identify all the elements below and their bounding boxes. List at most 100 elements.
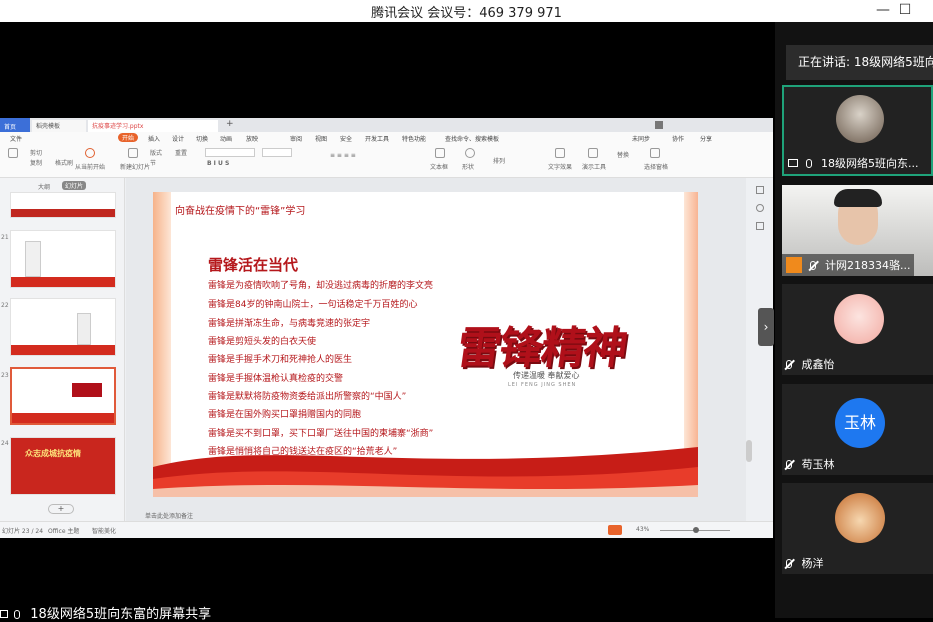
new-tab-button[interactable]: + <box>222 118 238 130</box>
menu-transition[interactable]: 切换 <box>196 134 208 143</box>
current-slide: 向奋战在疫情下的“雷锋”学习 雷锋活在当代 雷锋是为疫情吹响了号角，却没逃过病毒… <box>153 192 698 497</box>
participant-tile[interactable]: 18级网络5班向东... <box>782 85 933 176</box>
participant-name: 18级网络5班向东... <box>821 157 919 170</box>
participant-tile[interactable]: 玉林 苟玉林 <box>782 384 933 475</box>
presenter-tools-icon[interactable] <box>588 148 598 158</box>
tool-icon[interactable] <box>756 204 764 212</box>
participant-label: 杨洋 <box>786 555 824 571</box>
cut-button[interactable]: 剪切 <box>30 148 42 157</box>
reset-button[interactable]: 重置 <box>175 148 187 157</box>
notes-placeholder[interactable]: 单击此处添加备注 <box>145 511 193 520</box>
format-painter-button[interactable]: 格式刷 <box>55 158 73 167</box>
menu-features[interactable]: 特色功能 <box>402 134 426 143</box>
menu-view[interactable]: 视图 <box>315 134 327 143</box>
slide-thumbnail-selected[interactable] <box>10 367 116 425</box>
bold-button[interactable]: B I U S <box>207 160 229 167</box>
participant-label: 计网218334骆... <box>782 254 915 276</box>
scrollbar-thumb[interactable] <box>746 440 752 462</box>
participant-name: 杨洋 <box>801 557 824 570</box>
slide-header: 向奋战在疫情下的“雷锋”学习 <box>175 206 306 217</box>
slide-thumbnail[interactable] <box>10 192 116 218</box>
menu-share[interactable]: 分享 <box>700 134 712 143</box>
theme-name: Office 主题 <box>48 528 80 535</box>
status-bar: 幻灯片 23 / 24 Office 主题 单击此处添加备注 智能美化 43% <box>0 513 773 538</box>
slide-line: 雷锋是剪短头发的白衣天使 <box>208 337 317 347</box>
app-tab-bar: 首页 稻壳模板 抗疫事迹学习.pptx + <box>0 118 773 132</box>
tool-icon[interactable] <box>756 186 764 194</box>
copy-button[interactable]: 复制 <box>30 158 42 167</box>
text-effect-button[interactable]: 文字效果 <box>548 162 572 171</box>
menu-slideshow[interactable]: 放映 <box>246 134 258 143</box>
mic-muted-icon <box>786 360 792 369</box>
share-caption-text: 18级网络5班向东富的屏幕共享 <box>30 607 212 622</box>
slide-art-title: 雷锋精神 <box>453 323 629 374</box>
menu-security[interactable]: 安全 <box>340 134 352 143</box>
textbox-button[interactable]: 文本框 <box>430 162 448 171</box>
participant-label: 18级网络5班向东... <box>788 155 919 171</box>
command-search[interactable]: 查找命令、搜索模板 <box>445 134 499 143</box>
menu-collaborate[interactable]: 协作 <box>672 134 684 143</box>
slide-thumbnail[interactable] <box>10 230 116 288</box>
selection-pane-button[interactable]: 选择窗格 <box>644 162 668 171</box>
menu-home[interactable]: 开始 <box>118 133 139 142</box>
menu-animation[interactable]: 动画 <box>220 134 232 143</box>
zoom-level[interactable]: 43% <box>636 526 649 533</box>
add-slide-button[interactable]: + <box>48 504 74 514</box>
slides-tab[interactable]: 幻灯片 <box>62 181 87 190</box>
tab-templates[interactable]: 稻壳模板 <box>32 120 86 132</box>
zoom-slider-handle[interactable] <box>693 527 699 533</box>
menu-design[interactable]: 设计 <box>172 134 184 143</box>
layout-icon[interactable] <box>655 121 663 129</box>
slide-line: 雷锋是手握体温枪认真检疫的交警 <box>208 374 344 384</box>
menu-review[interactable]: 审阅 <box>290 134 302 143</box>
tab-home[interactable]: 首页 <box>0 118 30 132</box>
maximize-button[interactable]: ☐ <box>890 0 920 22</box>
presenter-tools-button[interactable]: 演示工具 <box>582 162 606 171</box>
play-slideshow-icon[interactable] <box>608 525 622 535</box>
paragraph-tools[interactable]: ≡ ≡ ≡ ≡ <box>330 152 356 159</box>
menu-insert[interactable]: 插入 <box>148 134 160 143</box>
slide-line: 雷锋是84岁的钟南山院士，一句话稳定千万百姓的心 <box>208 300 418 310</box>
participant-tile[interactable]: 成鑫怡 <box>782 284 933 375</box>
participant-label: 苟玉林 <box>786 456 835 472</box>
collapse-panel-button[interactable]: › <box>758 308 774 346</box>
selection-pane-icon[interactable] <box>650 148 660 158</box>
window-titlebar: 腾讯会议 会议号：469 379 971 — ☐ <box>0 0 933 22</box>
slide-art-subtitle: 传递温暖 奉献爱心 <box>513 371 580 380</box>
mic-muted-icon <box>809 261 816 270</box>
participant-tile[interactable]: 计网218334骆... <box>782 185 933 276</box>
replace-button[interactable]: 替换 <box>617 150 629 159</box>
play-icon[interactable] <box>85 148 95 158</box>
paste-icon[interactable] <box>8 148 18 158</box>
text-effect-icon[interactable] <box>555 148 565 158</box>
slide-art-pinyin: LEI FENG JING SHEN <box>508 382 577 388</box>
tool-icon[interactable] <box>756 222 764 230</box>
shapes-button[interactable]: 形状 <box>462 162 474 171</box>
participant-name: 苟玉林 <box>801 458 835 471</box>
tab-document[interactable]: 抗疫事迹学习.pptx <box>88 120 218 132</box>
layout-button[interactable]: 版式 <box>150 148 162 157</box>
screen-share-caption: 18级网络5班向东富的屏幕共享 <box>0 603 211 622</box>
textbox-icon[interactable] <box>435 148 445 158</box>
play-from-current[interactable]: 从当前开始 <box>75 162 105 171</box>
smart-beautify-button[interactable]: 智能美化 <box>92 526 116 535</box>
participant-video <box>836 95 884 143</box>
participant-tile[interactable]: 杨洋 <box>782 483 933 574</box>
participant-label: 成鑫怡 <box>786 356 835 372</box>
slide-line: 雷锋是拼渐冻生命，与病毒竞速的张定宇 <box>208 319 371 329</box>
section-button[interactable]: 节 <box>150 158 156 167</box>
sync-status[interactable]: 未同步 <box>632 134 650 143</box>
font-select[interactable] <box>205 148 255 157</box>
new-slide-button[interactable]: 新建幻灯片 <box>120 162 150 171</box>
new-slide-icon[interactable] <box>128 148 138 158</box>
slide-thumbnail[interactable]: 众志成城抗疫情 <box>10 437 116 495</box>
shapes-icon[interactable] <box>465 148 475 158</box>
outline-tab[interactable]: 大纲 <box>38 182 50 191</box>
font-size-select[interactable] <box>262 148 292 157</box>
menu-devtools[interactable]: 开发工具 <box>365 134 389 143</box>
menu-bar: 文件 开始 插入 设计 切换 动画 放映 审阅 视图 安全 开发工具 特色功能 … <box>0 132 773 144</box>
avatar: 玉林 <box>835 398 885 448</box>
slide-thumbnail[interactable] <box>10 298 116 356</box>
menu-file[interactable]: 文件 <box>10 134 22 143</box>
arrange-button[interactable]: 排列 <box>493 156 505 165</box>
